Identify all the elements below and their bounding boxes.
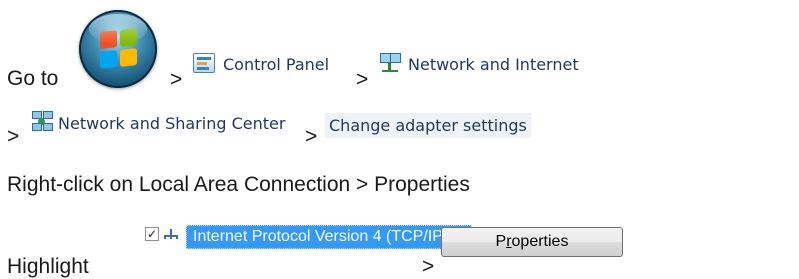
- breadcrumb-separator: >: [422, 255, 435, 278]
- windows-start-orb-icon[interactable]: [79, 10, 157, 88]
- change-adapter-settings-link[interactable]: Change adapter settings: [325, 113, 531, 138]
- checkbox-icon[interactable]: ✓: [145, 227, 159, 241]
- right-click-instruction: Right-click on Local Area Connection > P…: [7, 173, 470, 196]
- properties-button[interactable]: Properties: [441, 227, 623, 257]
- highlight-label: Highlight: [7, 255, 89, 278]
- ipv4-list-item[interactable]: Internet Protocol Version 4 (TCP/IPv4): [186, 225, 473, 249]
- breadcrumb-separator: >: [305, 125, 318, 148]
- breadcrumb-separator: >: [170, 68, 183, 91]
- go-to-label: Go to: [7, 67, 59, 90]
- network-internet-link[interactable]: Network and Internet: [408, 55, 579, 74]
- control-panel-link[interactable]: Control Panel: [223, 55, 329, 74]
- breadcrumb-separator: >: [7, 125, 20, 148]
- breadcrumb-separator: >: [356, 68, 369, 91]
- network-sharing-icon: [32, 111, 53, 131]
- network-sharing-center-link[interactable]: Network and Sharing Center: [58, 114, 285, 133]
- windows-flag-icon: [100, 28, 138, 70]
- control-panel-icon: [193, 53, 215, 73]
- network-internet-icon: [379, 51, 401, 73]
- properties-button-label-rest: operties: [511, 233, 569, 250]
- network-protocol-icon: [164, 229, 178, 239]
- properties-button-label-start: P: [495, 233, 507, 250]
